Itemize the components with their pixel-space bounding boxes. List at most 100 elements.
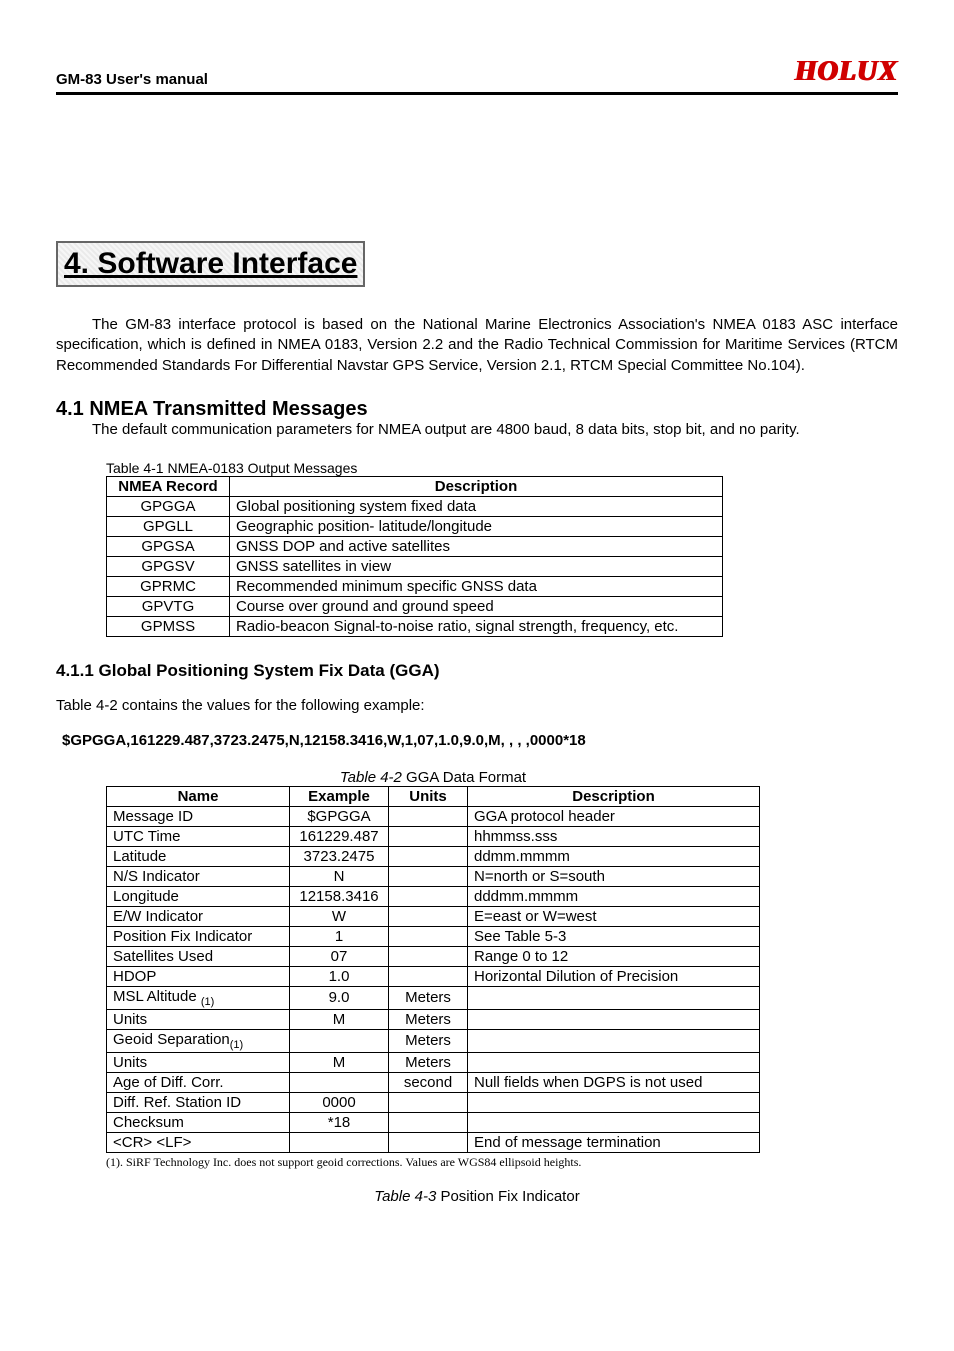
gga-units-cell [389, 1132, 468, 1152]
gga-units-cell [389, 886, 468, 906]
table-row: Position Fix Indicator1 See Table 5-3 [107, 926, 760, 946]
gga-description-cell: GGA protocol header [468, 806, 760, 826]
gga-description-cell [468, 986, 760, 1009]
gga-example-cell: 3723.2475 [290, 846, 389, 866]
table-row: N/S IndicatorNN=north or S=south [107, 866, 760, 886]
gga-name-cell: Message ID [107, 806, 290, 826]
gga-units-cell [389, 866, 468, 886]
gga-example-cell: 1 [290, 926, 389, 946]
nmea-description-cell: Recommended minimum specific GNSS data [230, 576, 723, 596]
table-row: Geoid Separation(1) Meters [107, 1029, 760, 1052]
gga-name-cell: Position Fix Indicator [107, 926, 290, 946]
gga-units-cell [389, 1092, 468, 1112]
gga-description-cell: dddmm.mmmm [468, 886, 760, 906]
gga-name-cell: Age of Diff. Corr. [107, 1072, 290, 1092]
table-4-2-caption-prefix: Table 4-2 [340, 769, 402, 786]
table-4-2-head-description: Description [468, 786, 760, 806]
nmea-description-cell: Course over ground and ground speed [230, 596, 723, 616]
gga-example-cell: 161229.487 [290, 826, 389, 846]
gga-name-cell: Latitude [107, 846, 290, 866]
table-row: Satellites Used07Range 0 to 12 [107, 946, 760, 966]
gga-name-cell: Geoid Separation(1) [107, 1029, 290, 1052]
table-4-3-caption: Table 4-3 Position Fix Indicator [56, 1188, 898, 1205]
gga-example-cell [290, 1029, 389, 1052]
gga-example-cell: M [290, 1009, 389, 1029]
nmea-description-cell: GNSS satellites in view [230, 556, 723, 576]
paragraph-4-1: The default communication parameters for… [56, 421, 898, 438]
gga-example-cell [290, 1132, 389, 1152]
gga-description-cell: hhmmss.sss [468, 826, 760, 846]
table-row: GPVTGCourse over ground and ground speed [107, 596, 723, 616]
gga-description-cell [468, 1112, 760, 1132]
gga-name-cell: MSL Altitude (1) [107, 986, 290, 1009]
heading-4-1-1: 4.1.1 Global Positioning System Fix Data… [56, 661, 898, 681]
gga-description-cell: See Table 5-3 [468, 926, 760, 946]
table-4-2-head-row: Name Example Units Description [107, 786, 760, 806]
gga-description-cell [468, 1052, 760, 1072]
nmea-record-cell: GPRMC [107, 576, 230, 596]
table-row: GPGLLGeographic position- latitude/longi… [107, 516, 723, 536]
nmea-description-cell: GNSS DOP and active satellites [230, 536, 723, 556]
gga-name-cell: <CR> <LF> [107, 1132, 290, 1152]
table-row: Checksum*18 [107, 1112, 760, 1132]
gga-name-cell: UTC Time [107, 826, 290, 846]
table-row: Age of Diff. Corr.secondNull fields when… [107, 1072, 760, 1092]
table-row: UnitsMMeters [107, 1009, 760, 1029]
gga-description-cell [468, 1029, 760, 1052]
gga-example-cell: 9.0 [290, 986, 389, 1009]
gga-units-cell [389, 906, 468, 926]
table-row: GPGGAGlobal positioning system fixed dat… [107, 496, 723, 516]
nmea-description-cell: Global positioning system fixed data [230, 496, 723, 516]
gga-units-cell: second [389, 1072, 468, 1092]
gga-description-cell: ddmm.mmmm [468, 846, 760, 866]
table-4-2-caption-rest: GGA Data Format [402, 769, 526, 786]
table-row: GPGSAGNSS DOP and active satellites [107, 536, 723, 556]
table-4-2-head-example: Example [290, 786, 389, 806]
gga-example-cell: M [290, 1052, 389, 1072]
gga-description-cell: E=east or W=west [468, 906, 760, 926]
gga-description-cell: End of message termination [468, 1132, 760, 1152]
gga-example-cell: 07 [290, 946, 389, 966]
gga-name-cell: E/W Indicator [107, 906, 290, 926]
gga-name-cell: Diff. Ref. Station ID [107, 1092, 290, 1112]
gga-description-cell: Range 0 to 12 [468, 946, 760, 966]
gga-name-cell: Units [107, 1009, 290, 1029]
table-4-3-caption-rest: Position Fix Indicator [436, 1188, 579, 1205]
gga-example-cell: 12158.3416 [290, 886, 389, 906]
table-4-2-footnote: (1). SiRF Technology Inc. does not suppo… [106, 1155, 898, 1170]
gga-units-cell [389, 946, 468, 966]
gga-name-cell: Longitude [107, 886, 290, 906]
table-row: GPRMCRecommended minimum specific GNSS d… [107, 576, 723, 596]
gga-example-line: $GPGGA,161229.487,3723.2475,N,12158.3416… [62, 732, 898, 749]
nmea-record-cell: GPGSA [107, 536, 230, 556]
brand-logo: HOLUX [795, 56, 898, 88]
table-row: UnitsMMeters [107, 1052, 760, 1072]
gga-units-cell [389, 826, 468, 846]
intro-paragraph: The GM-83 interface protocol is based on… [56, 315, 898, 376]
gga-units-cell [389, 846, 468, 866]
table-4-2-head-name: Name [107, 786, 290, 806]
table-4-2-caption: Table 4-2 GGA Data Format [106, 769, 760, 786]
table-4-1-head-row: NMEA Record Description [107, 476, 723, 496]
table-row: Longitude12158.3416 dddmm.mmmm [107, 886, 760, 906]
gga-description-cell: Horizontal Dilution of Precision [468, 966, 760, 986]
gga-units-cell: Meters [389, 1009, 468, 1029]
section-title: 4. Software Interface [56, 241, 365, 287]
nmea-record-cell: GPVTG [107, 596, 230, 616]
table-row: <CR> <LF> End of message termination [107, 1132, 760, 1152]
table-4-1-head-record: NMEA Record [107, 476, 230, 496]
gga-example-cell: N [290, 866, 389, 886]
table-row: GPGSVGNSS satellites in view [107, 556, 723, 576]
gga-units-cell: Meters [389, 986, 468, 1009]
header-title: GM-83 User's manual [56, 71, 208, 88]
nmea-record-cell: GPMSS [107, 616, 230, 636]
gga-units-cell: Meters [389, 1029, 468, 1052]
gga-units-cell [389, 806, 468, 826]
table-4-3-caption-prefix: Table 4-3 [374, 1188, 436, 1205]
nmea-description-cell: Geographic position- latitude/longitude [230, 516, 723, 536]
nmea-record-cell: GPGLL [107, 516, 230, 536]
gga-name-cell: Checksum [107, 1112, 290, 1132]
gga-example-cell: 1.0 [290, 966, 389, 986]
table-4-1: NMEA Record Description GPGGAGlobal posi… [106, 476, 723, 637]
table-row: HDOP1.0Horizontal Dilution of Precision [107, 966, 760, 986]
